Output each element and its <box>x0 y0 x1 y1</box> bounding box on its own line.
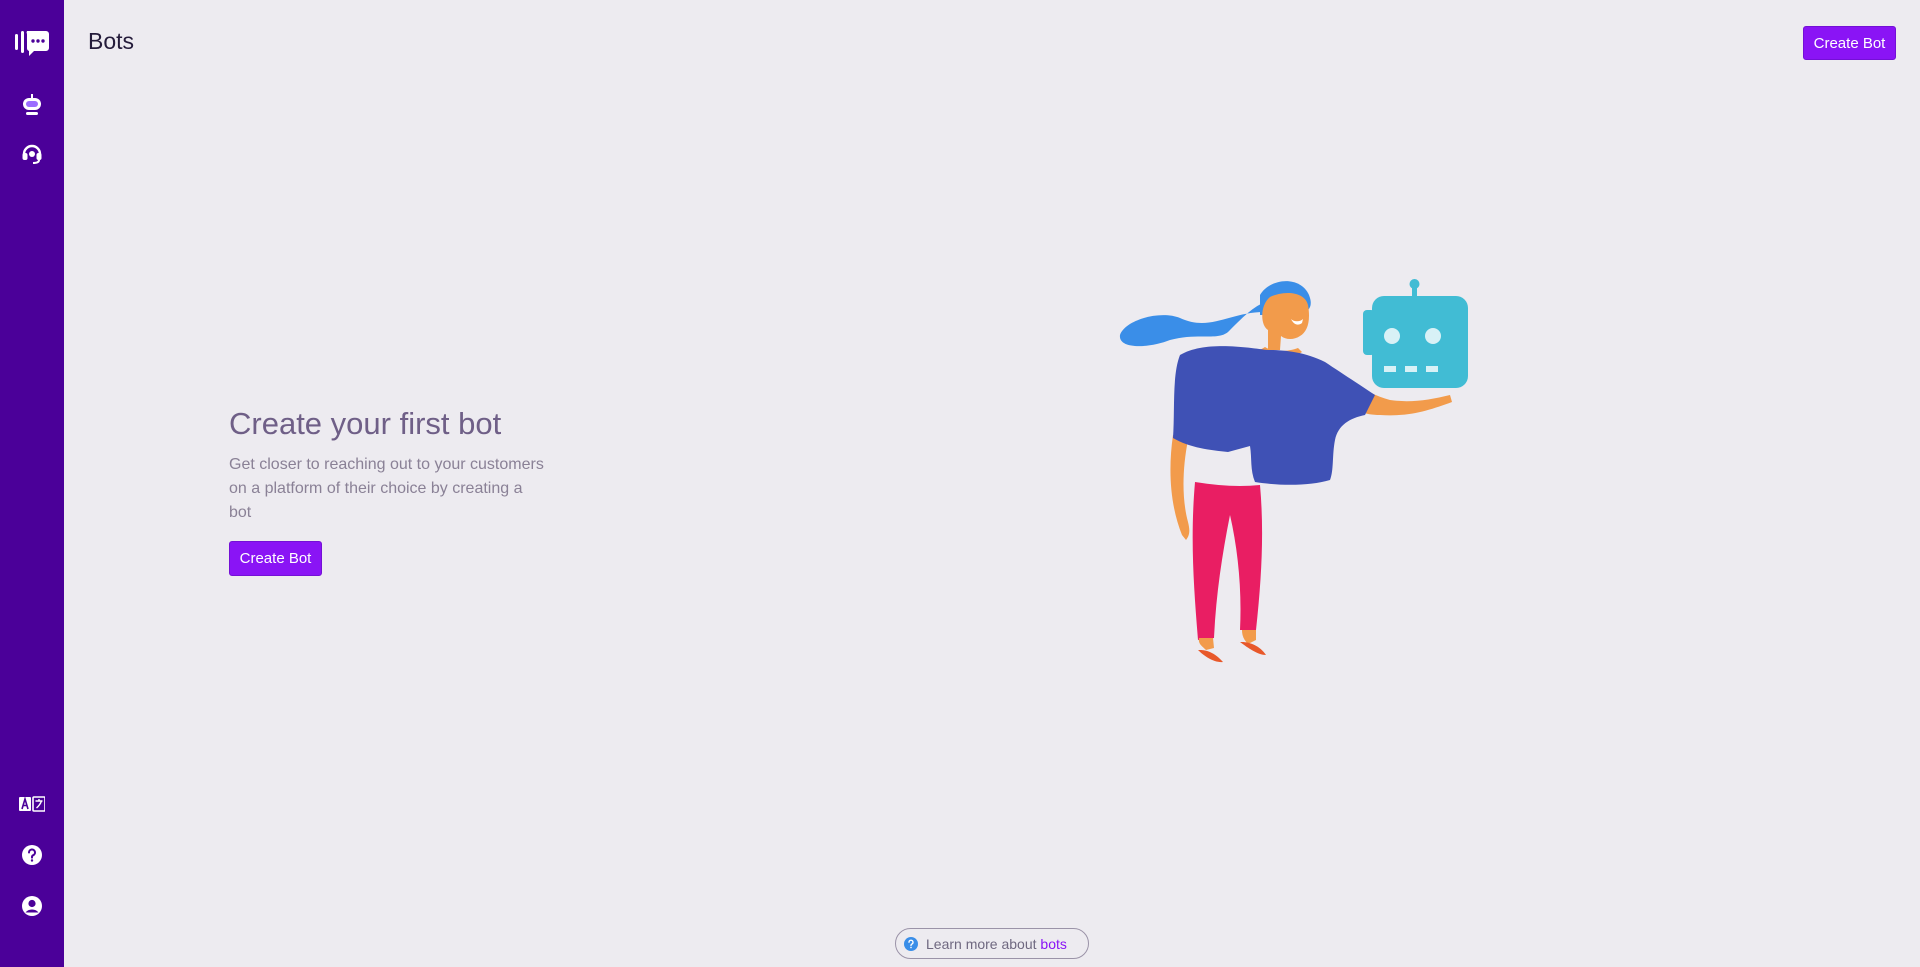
language-button[interactable] <box>18 793 46 819</box>
help-circle-icon <box>904 936 918 951</box>
translate-icon <box>19 795 46 817</box>
headset-icon <box>20 141 44 170</box>
robot-icon <box>20 93 44 122</box>
help-button[interactable] <box>18 844 46 870</box>
header-create-bot-button[interactable]: Create Bot <box>1803 26 1896 60</box>
help-icon <box>21 844 43 871</box>
sidebar-item-bots[interactable] <box>18 93 46 122</box>
learn-more-prefix: Learn more about <box>926 935 1037 952</box>
sidebar-item-agent-bots[interactable] <box>18 142 46 168</box>
empty-state-description: Get closer to reaching out to your custo… <box>229 456 544 522</box>
learn-more-link[interactable]: bots <box>1040 936 1066 952</box>
page-title: Bots <box>88 28 135 54</box>
learn-more-text: Learn more about bots <box>926 936 1067 952</box>
woman-holding-robot-illustration <box>1110 270 1490 720</box>
empty-state-create-bot-button[interactable]: Create Bot <box>229 541 322 577</box>
profile-button[interactable] <box>18 895 46 921</box>
learn-more-pill: Learn more about bots <box>895 928 1089 959</box>
chatwoot-logo-icon[interactable] <box>13 28 51 58</box>
empty-state-title: Create your first bot <box>229 406 502 441</box>
sidebar <box>0 0 64 967</box>
user-icon <box>21 895 43 922</box>
empty-state: Create your first bot Get closer to reac… <box>229 405 569 577</box>
